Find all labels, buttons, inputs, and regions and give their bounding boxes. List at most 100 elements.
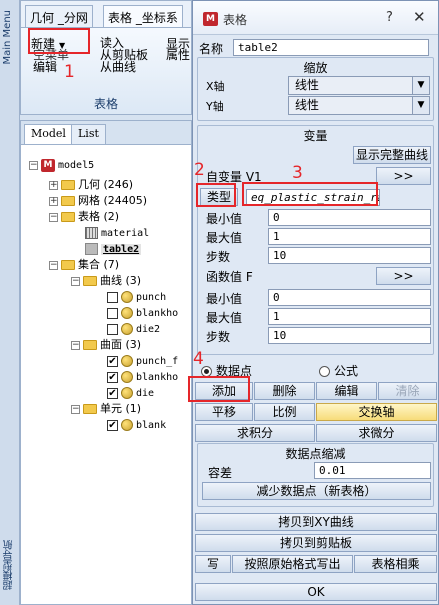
- f-min-label: 最小值: [206, 292, 243, 306]
- annotation-number-2: 2: [194, 160, 205, 180]
- tree-root[interactable]: − Mmodel5: [29, 157, 94, 173]
- tree-item-surfaces[interactable]: − 曲面 (3): [71, 337, 141, 353]
- swap-axes-button[interactable]: 交换轴: [316, 403, 437, 421]
- tree-item-element-blank[interactable]: ✔ blank: [107, 417, 166, 433]
- name-label: 名称: [199, 42, 224, 56]
- visibility-checkbox[interactable]: [107, 307, 118, 319]
- copy-to-xy-button[interactable]: 拷贝到XY曲线: [195, 513, 437, 531]
- tree-item-surface-punch[interactable]: ✔ punch_f: [107, 353, 178, 369]
- scale-button[interactable]: 比例: [254, 403, 315, 421]
- v1-max-field[interactable]: 1: [268, 228, 431, 245]
- folder-icon: [61, 196, 75, 206]
- v1-steps-label: 步数: [206, 250, 231, 264]
- name-field[interactable]: table2: [233, 39, 429, 56]
- visibility-checkbox-checked[interactable]: ✔: [107, 371, 118, 383]
- derivative-button[interactable]: 求微分: [316, 424, 437, 442]
- tolerance-field[interactable]: 0.01: [314, 462, 431, 479]
- reduce-points-button[interactable]: 减少数据点（新表格）: [202, 482, 431, 500]
- tree-item-tables[interactable]: − 表格 (2): [49, 209, 119, 225]
- copy-to-clipboard-button[interactable]: 拷贝到剪贴板: [195, 534, 437, 552]
- f-max-label: 最大值: [206, 311, 243, 325]
- collapse-icon[interactable]: −: [71, 276, 80, 286]
- tree-tabs: Model List: [21, 121, 191, 145]
- x-axis-scale-value: 线性: [295, 78, 320, 92]
- radio-unselected-icon: [319, 366, 330, 377]
- visibility-checkbox-checked[interactable]: ✔: [107, 419, 118, 431]
- main-menu-label[interactable]: Main Menu: [2, 10, 13, 65]
- tree-item-curve-blankho[interactable]: blankho: [107, 305, 178, 321]
- collapse-icon[interactable]: −: [71, 404, 80, 414]
- tree-item-surface-blankho[interactable]: ✔ blankho: [107, 369, 178, 385]
- delete-button[interactable]: 删除: [254, 382, 315, 400]
- tab-table-coords[interactable]: 表格 _坐标系: [103, 5, 183, 27]
- tab-model[interactable]: Model: [24, 124, 73, 144]
- edit-table-button[interactable]: 编辑: [33, 61, 57, 74]
- f-min-field[interactable]: 0: [268, 289, 431, 306]
- folder-open-icon: [83, 404, 97, 414]
- tree-item-geometry[interactable]: + 几何 (246): [49, 177, 133, 193]
- table-selected-icon: [85, 243, 98, 255]
- folder-open-icon: [61, 260, 75, 270]
- annotation-box-2: [196, 183, 236, 207]
- from-curve-button[interactable]: 从曲线: [100, 61, 136, 74]
- collapse-icon[interactable]: −: [29, 160, 38, 170]
- write-original-format-button[interactable]: 按照原始格式写出: [232, 555, 353, 573]
- table-dialog: M 表格 ? ✕ 名称 table2 缩放 X轴 线性 ▼ Y轴 线性 ▼ 变量 显…: [192, 0, 439, 605]
- close-icon[interactable]: ✕: [413, 8, 426, 26]
- annotation-number-3: 3: [292, 163, 303, 183]
- show-full-curve-button[interactable]: 显示完整曲线: [353, 146, 431, 164]
- visibility-checkbox-checked[interactable]: ✔: [107, 355, 118, 367]
- tree-item-curves[interactable]: − 曲线 (3): [71, 273, 141, 289]
- help-icon[interactable]: ?: [386, 10, 393, 25]
- set-icon: [121, 323, 133, 335]
- tree-item-curve-die2[interactable]: die2: [107, 321, 160, 337]
- expand-icon[interactable]: +: [49, 196, 58, 206]
- variables-section: 变量 显示完整曲线 自变量 V1 >> 类型 eq_plastic_strain…: [197, 125, 434, 355]
- f-max-field[interactable]: 1: [268, 308, 431, 325]
- f-more-button[interactable]: >>: [376, 267, 431, 285]
- y-axis-label: Y轴: [206, 100, 224, 113]
- x-axis-scale-select[interactable]: 线性 ▼: [288, 76, 430, 95]
- v1-max-label: 最大值: [206, 231, 243, 245]
- tree-item-elements[interactable]: − 单元 (1): [71, 401, 141, 417]
- write-button[interactable]: 写: [195, 555, 231, 573]
- visibility-checkbox[interactable]: [107, 291, 118, 303]
- set-icon: [121, 355, 133, 367]
- formula-radio[interactable]: 公式: [319, 362, 358, 379]
- y-axis-scale-select[interactable]: 线性 ▼: [288, 96, 430, 115]
- ribbon-group-label: 表格: [93, 97, 118, 111]
- tree-item-curve-punch[interactable]: punch: [107, 289, 166, 305]
- tree-item-mesh[interactable]: + 网格 (24405): [49, 193, 147, 209]
- expand-icon[interactable]: +: [49, 180, 58, 190]
- attribute-button[interactable]: 属性: [166, 49, 190, 62]
- collapse-icon[interactable]: −: [49, 212, 58, 222]
- tree-item-material[interactable]: material: [85, 225, 149, 241]
- hyper-model-navigator-label[interactable]: 超模型导航: [2, 540, 17, 590]
- folder-icon: [61, 180, 75, 190]
- table-multiply-button[interactable]: 表格相乘: [354, 555, 437, 573]
- v1-more-button[interactable]: >>: [376, 167, 431, 185]
- scale-title: 缩放: [303, 61, 328, 75]
- collapse-icon[interactable]: −: [49, 260, 58, 270]
- edit-button[interactable]: 编辑: [316, 382, 377, 400]
- set-icon: [121, 419, 133, 431]
- tree-item-sets[interactable]: − 集合 (7): [49, 257, 119, 273]
- translate-button[interactable]: 平移: [195, 403, 253, 421]
- visibility-checkbox[interactable]: [107, 323, 118, 335]
- ok-button[interactable]: OK: [195, 583, 437, 601]
- v1-steps-field[interactable]: 10: [268, 247, 431, 264]
- integral-button[interactable]: 求积分: [195, 424, 315, 442]
- visibility-checkbox-checked[interactable]: ✔: [107, 387, 118, 399]
- collapse-icon[interactable]: −: [71, 340, 80, 350]
- y-axis-scale-value: 线性: [295, 98, 320, 112]
- tab-geometry-mesh[interactable]: 几何 _分网: [25, 5, 93, 27]
- v1-min-field[interactable]: 0: [268, 209, 431, 226]
- tree-item-surface-die[interactable]: ✔ die: [107, 385, 154, 401]
- f-steps-field[interactable]: 10: [268, 327, 431, 344]
- annotation-number-4: 4: [193, 349, 204, 369]
- annotation-box-3: [242, 182, 378, 206]
- tree-item-table2[interactable]: table2: [85, 241, 142, 257]
- clear-button[interactable]: 清除: [378, 382, 437, 400]
- folder-open-icon: [83, 340, 97, 350]
- tab-list[interactable]: List: [71, 124, 106, 144]
